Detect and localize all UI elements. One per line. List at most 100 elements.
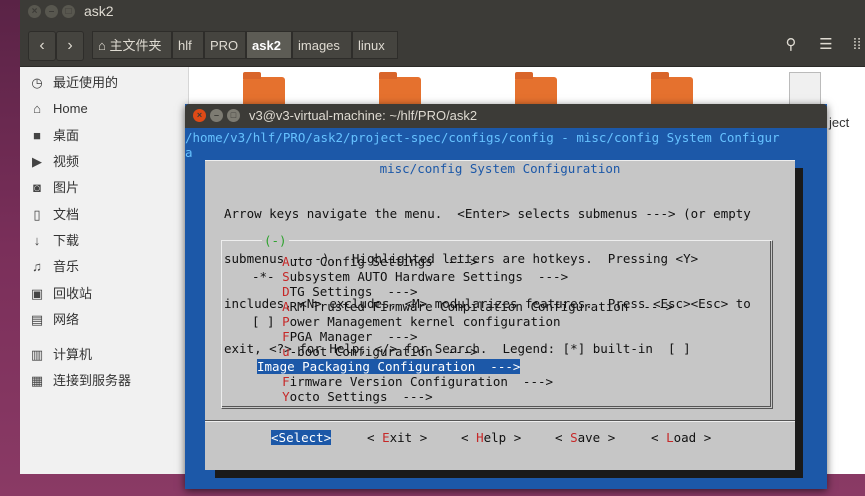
menu-item-prefix: -*- <box>252 269 283 284</box>
button-hotkey: H <box>476 430 484 445</box>
menu-item[interactable]: Yocto Settings ---> <box>252 389 562 404</box>
sidebar-item-downloads[interactable]: ↓ 下载 <box>28 230 79 252</box>
button-bracket: < <box>271 430 279 445</box>
menuconfig-dialog: misc/config System Configuration Arrow k… <box>205 160 795 470</box>
button-bracket: < <box>461 430 477 445</box>
menu-item[interactable]: DTG Settings ---> <box>252 284 562 299</box>
menu-item-label: -boot Configuration ---> <box>289 344 478 359</box>
breadcrumb-hlf[interactable]: hlf <box>172 31 204 59</box>
scroll-indicator: (-) <box>262 233 289 248</box>
menu-item[interactable]: Image Packaging Configuration ---> <box>257 359 521 374</box>
maximize-icon[interactable]: □ <box>227 109 240 122</box>
back-button[interactable]: ‹ <box>28 31 56 61</box>
button-bracket: < <box>555 430 571 445</box>
dialog-button[interactable]: <Select> <box>271 430 332 445</box>
home-icon: ⌂ <box>98 38 106 53</box>
button-label: elp > <box>483 430 522 445</box>
dialog-title: misc/config System Configuration <box>379 161 621 176</box>
menu-item[interactable]: u-boot Configuration ---> <box>252 344 562 359</box>
sidebar-item-documents[interactable]: ▯ 文档 <box>28 204 79 226</box>
dialog-button[interactable]: < Exit > <box>367 430 427 445</box>
button-label: elect> <box>286 430 332 445</box>
list-view-icon[interactable]: ☰ <box>811 31 841 59</box>
menu-item-label: irmware Version Configuration ---> <box>289 374 554 389</box>
menu-item-prefix <box>252 254 282 269</box>
menu-item[interactable]: -*- Subsystem AUTO Hardware Settings ---… <box>252 269 568 284</box>
minimize-icon[interactable]: – <box>210 109 223 122</box>
dialog-shadow <box>795 168 803 478</box>
breadcrumb-home[interactable]: ⌂ 主文件夹 <box>92 31 172 59</box>
breadcrumb-images[interactable]: images <box>292 31 352 59</box>
sidebar-item-home[interactable]: ⌂ Home <box>28 98 88 120</box>
forward-button[interactable]: › <box>56 31 84 61</box>
menu-item-label: mage Packaging Configuration ---> <box>264 359 521 374</box>
menu-item-prefix <box>252 389 282 404</box>
sidebar-item-recent[interactable]: ◷ 最近使用的 <box>28 72 118 94</box>
terminal-titlebar: × – □ v3@v3-virtual-machine: ~/hlf/PRO/a… <box>185 104 827 128</box>
menu-item-label: uto Config Settings ---> <box>289 254 478 269</box>
minimize-icon[interactable]: – <box>45 5 58 18</box>
document-icon: ▯ <box>33 207 41 222</box>
computer-icon: ▥ <box>30 347 44 362</box>
menu-item-label: octo Settings ---> <box>289 389 433 404</box>
sidebar-item-videos[interactable]: ▶ 视频 <box>28 151 79 173</box>
folder-icon: ■ <box>33 128 41 143</box>
menu-item-prefix <box>252 344 282 359</box>
button-hotkey: S <box>278 430 287 445</box>
menu-item-label: RM Trusted Firmware Compilation Configur… <box>289 299 674 314</box>
breadcrumb-pro[interactable]: PRO <box>204 31 246 59</box>
menu-item[interactable]: FPGA Manager ---> <box>252 329 562 344</box>
home-icon: ⌂ <box>33 101 41 116</box>
menu-item-prefix <box>252 284 282 299</box>
sidebar: ◷ 最近使用的 ⌂ Home ■ 桌面 ▶ 视频 ◙ 图片 ▯ 文档 ↓ 下载 ♫ 音乐 ▣ 回收… <box>20 67 189 474</box>
maximize-icon[interactable]: □ <box>62 5 75 18</box>
config-path: /home/v3/hlf/PRO/ask2/project-spec/confi… <box>185 130 780 160</box>
menu-item-label: PGA Manager ---> <box>289 329 418 344</box>
menu-item-hotkey: F <box>282 374 290 389</box>
server-icon: ▦ <box>30 373 44 388</box>
dialog-shadow <box>215 470 803 478</box>
video-icon: ▶ <box>32 154 42 169</box>
menu-item-hotkey: I <box>257 359 265 374</box>
terminal-window[interactable]: × – □ v3@v3-virtual-machine: ~/hlf/PRO/a… <box>185 104 827 489</box>
menu-item-prefix <box>252 329 282 344</box>
sidebar-item-connect-server[interactable]: ▦ 连接到服务器 <box>28 370 131 392</box>
camera-icon: ◙ <box>33 180 41 195</box>
file-name-label: ject <box>829 115 850 130</box>
toolbar: ‹ › ⌂ 主文件夹 hlf PRO ask2 images linux ⚲ ☰… <box>20 24 865 67</box>
menu-item-hotkey: u <box>282 344 290 359</box>
sidebar-item-network[interactable]: ▤ 网络 <box>28 309 79 331</box>
divider <box>205 421 795 422</box>
search-icon[interactable]: ⚲ <box>776 31 806 59</box>
button-hotkey: S <box>570 430 578 445</box>
sidebar-item-music[interactable]: ♫ 音乐 <box>28 256 79 278</box>
dialog-button[interactable]: < Help > <box>461 430 521 445</box>
grid-view-icon[interactable]: ⁞⁞ <box>842 31 865 59</box>
download-icon: ↓ <box>33 233 41 248</box>
sidebar-item-computer[interactable]: ▥ 计算机 <box>28 344 92 366</box>
menu-item-prefix: [ ] <box>252 314 283 329</box>
sidebar-item-trash[interactable]: ▣ 回收站 <box>28 283 92 305</box>
menu-item-hotkey: D <box>282 284 290 299</box>
button-hotkey: E <box>382 430 390 445</box>
breadcrumb-ask2[interactable]: ask2 <box>246 31 292 59</box>
terminal-title: v3@v3-virtual-machine: ~/hlf/PRO/ask2 <box>249 108 478 123</box>
dialog-button[interactable]: < Save > <box>555 430 615 445</box>
menu-item-hotkey: A <box>282 254 290 269</box>
menu-item-label: ower Management kernel configuration <box>289 314 561 329</box>
dialog-button[interactable]: < Load > <box>651 430 711 445</box>
button-bracket: < <box>367 430 383 445</box>
close-icon[interactable]: × <box>28 5 41 18</box>
breadcrumb-linux[interactable]: linux <box>352 31 398 59</box>
menu-item[interactable]: ARM Trusted Firmware Compilation Configu… <box>252 299 673 314</box>
close-icon[interactable]: × <box>193 109 206 122</box>
menu-item[interactable]: Firmware Version Configuration ---> <box>252 374 562 389</box>
sidebar-item-desktop[interactable]: ■ 桌面 <box>28 125 79 147</box>
network-icon: ▤ <box>30 312 44 327</box>
menu-item-hotkey: F <box>282 329 290 344</box>
trash-icon: ▣ <box>30 286 44 301</box>
menu-item[interactable]: [ ] Power Management kernel configuratio… <box>252 314 562 329</box>
file-manager-titlebar: × – □ ask2 <box>20 0 865 24</box>
sidebar-item-pictures[interactable]: ◙ 图片 <box>28 177 79 199</box>
menu-item[interactable]: Auto Config Settings ---> <box>252 254 562 269</box>
